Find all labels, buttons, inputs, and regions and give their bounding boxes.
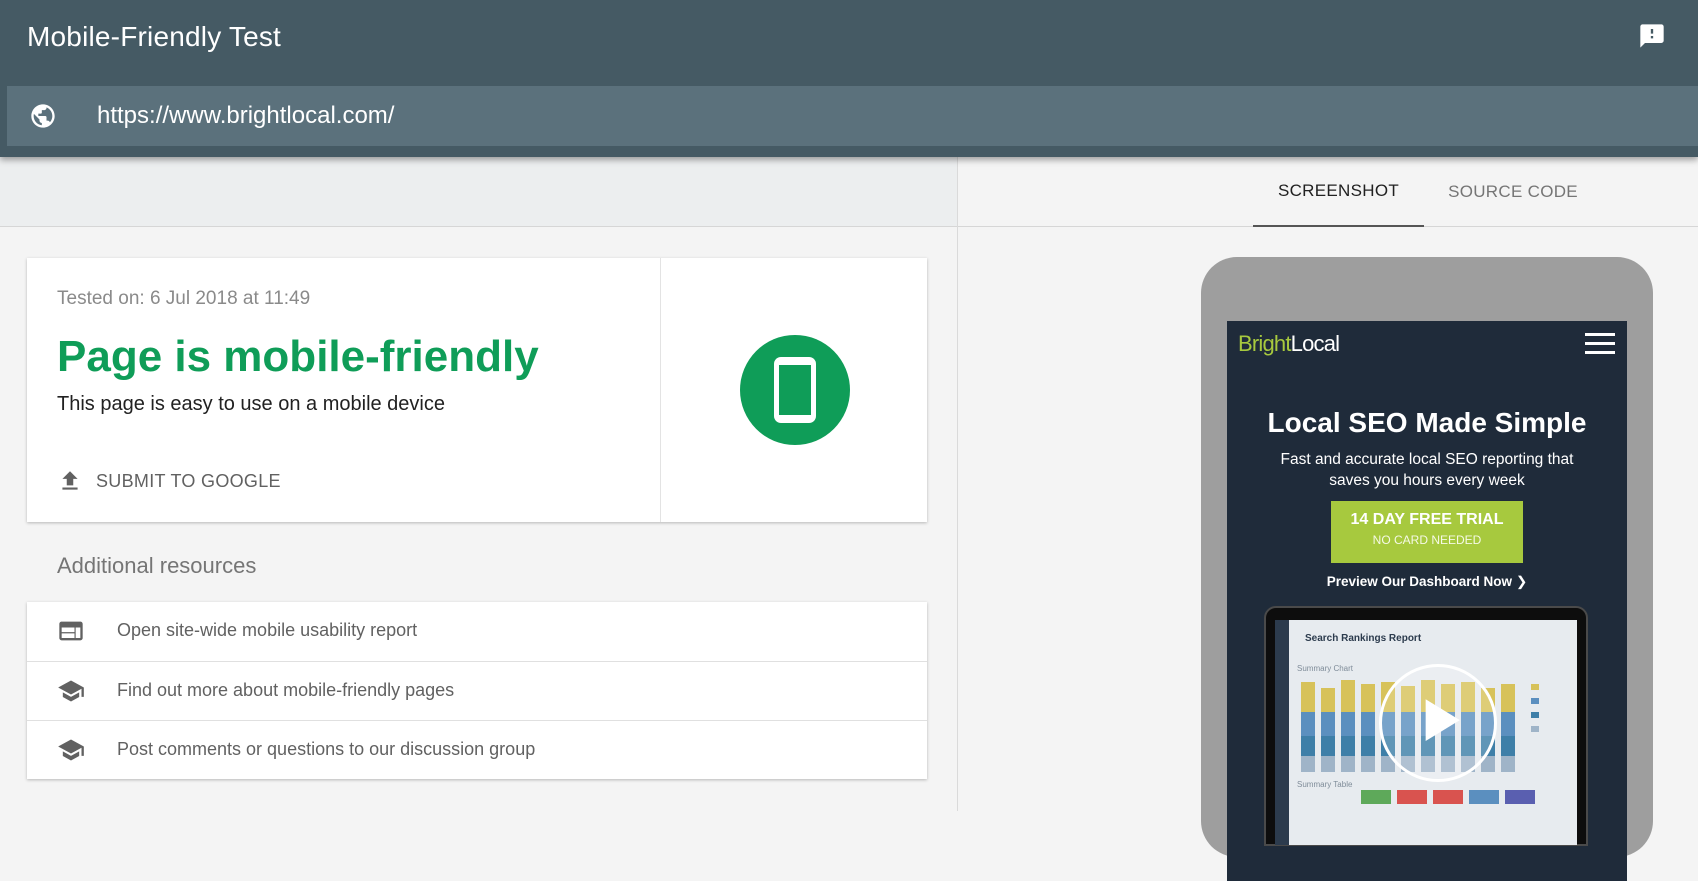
url-input[interactable] (97, 96, 1597, 136)
trial-main-label: 14 DAY FREE TRIAL (1350, 511, 1504, 528)
hamburger-menu-icon (1585, 333, 1615, 355)
preview-dashboard-link: Preview Our Dashboard Now ❯ (1326, 574, 1528, 589)
resource-item-usability-report[interactable]: Open site-wide mobile usability report (27, 602, 927, 661)
view-tabs: SCREENSHOT SOURCE CODE (958, 157, 1698, 227)
laptop-section-label: Summary Chart (1297, 664, 1354, 673)
tested-on-timestamp: Tested on: 6 Jul 2018 at 11:49 (57, 288, 311, 309)
result-card: Tested on: 6 Jul 2018 at 11:49 Page is m… (27, 258, 927, 522)
trial-sub-label: NO CARD NEEDED (1372, 533, 1482, 547)
rendered-page-screenshot: BrightLocal Local SEO Made Simple Fast a… (1227, 321, 1627, 881)
resource-item-discussion-group[interactable]: Post comments or questions to our discus… (27, 720, 927, 779)
app-header: Mobile-Friendly Test (0, 0, 1698, 157)
resource-item-mobile-friendly-pages[interactable]: Find out more about mobile-friendly page… (27, 661, 927, 720)
app-title: Mobile-Friendly Test (27, 21, 282, 52)
free-trial-button: 14 DAY FREE TRIAL NO CARD NEEDED (1331, 501, 1523, 563)
preview-subline: Fast and accurate local SEO reporting th… (1280, 451, 1574, 489)
pane-divider (957, 157, 958, 811)
left-toolbar-strip (0, 157, 957, 227)
mobile-friendly-phone-icon (740, 335, 850, 445)
web-report-icon (57, 617, 85, 645)
phone-frame: BrightLocal Local SEO Made Simple Fast a… (1201, 257, 1653, 881)
feedback-icon[interactable] (1638, 22, 1666, 50)
laptop-illustration: Search Rankings Report Summary Chart Sum… (1264, 606, 1588, 846)
submit-label: SUBMIT TO GOOGLE (96, 470, 281, 491)
upload-icon (62, 471, 78, 490)
tab-screenshot[interactable]: SCREENSHOT (1253, 157, 1424, 227)
globe-icon (29, 102, 57, 130)
laptop-screen: Search Rankings Report Summary Chart Sum… (1275, 620, 1577, 845)
brightlocal-logo: BrightLocal (1238, 331, 1340, 356)
verdict-description: This page is easy to use on a mobile dev… (57, 393, 445, 415)
chevron-right-icon: ❯ (1515, 574, 1528, 589)
laptop-section-label: Summary Table (1297, 780, 1353, 789)
laptop-title: Search Rankings Report (1305, 633, 1422, 644)
laptop-sidebar (1275, 620, 1289, 845)
submit-to-google-button[interactable]: SUBMIT TO GOOGLE (57, 466, 281, 496)
resource-label: Post comments or questions to our discus… (117, 739, 536, 759)
resource-label: Find out more about mobile-friendly page… (117, 680, 455, 700)
school-icon (57, 736, 85, 764)
verdict-title: Page is mobile-friendly (57, 332, 539, 381)
preview-headline: Local SEO Made Simple (1267, 407, 1587, 438)
additional-resources-heading: Additional resources (57, 553, 257, 578)
resources-list: Open site-wide mobile usability report F… (27, 602, 927, 779)
url-bar (7, 86, 1698, 146)
school-icon (57, 677, 85, 705)
result-main: Tested on: 6 Jul 2018 at 11:49 Page is m… (27, 258, 661, 522)
resource-label: Open site-wide mobile usability report (117, 620, 418, 640)
summary-table-chips (1361, 790, 1535, 804)
play-icon (1379, 664, 1497, 782)
tab-source-code[interactable]: SOURCE CODE (1424, 157, 1602, 227)
